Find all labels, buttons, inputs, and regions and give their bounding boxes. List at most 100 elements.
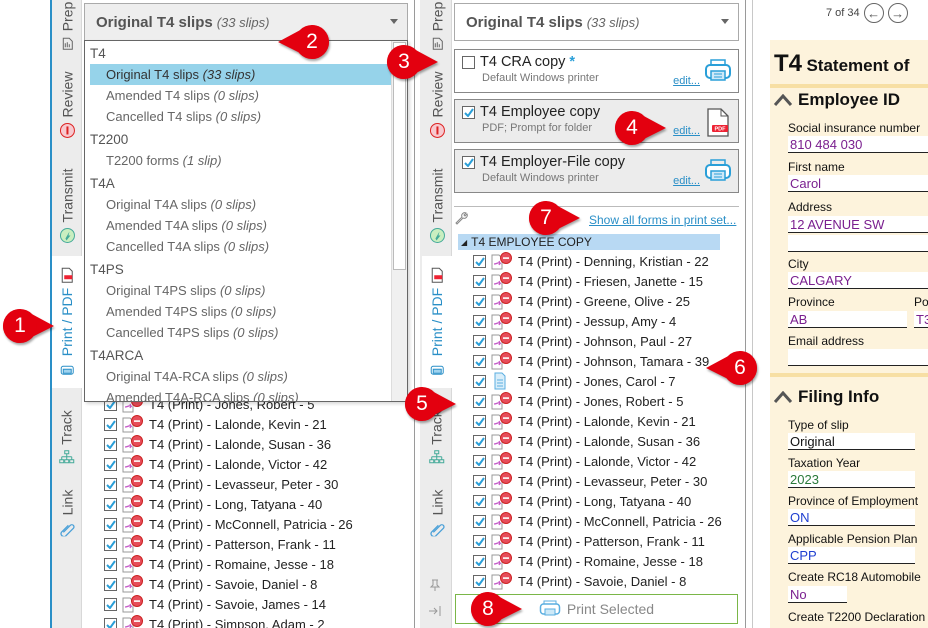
dropdown-option[interactable]: Amended T4PS slips (0 slips) — [90, 301, 391, 322]
print-set-0[interactable]: T4 CRA copy * Default Windows printer ed… — [454, 49, 739, 93]
province-field[interactable]: AB — [788, 311, 907, 328]
pin-icon[interactable] — [428, 578, 442, 597]
dropdown-option[interactable]: Amended T4 slips (0 slips) — [90, 85, 391, 106]
tab-prep[interactable]: Prep — [52, 0, 82, 52]
list-item[interactable]: T4 (Print) - Jessup, Amy - 4 — [473, 311, 676, 331]
tab-track[interactable]: Track — [52, 398, 82, 478]
item-checkbox[interactable] — [104, 457, 117, 471]
dropdown-option[interactable]: Amended T4A-RCA slips (0 slips) — [90, 387, 391, 401]
list-item[interactable]: T4 (Print) - Jones, Carol - 7 — [473, 371, 676, 391]
sin-field[interactable]: 810 484 030 — [788, 136, 928, 153]
item-checkbox[interactable] — [473, 474, 486, 488]
tab-print-pdf[interactable]: Print / PDF — [422, 256, 452, 388]
list-item[interactable]: T4 (Print) - Simpson, Adam - 2 — [104, 614, 325, 628]
postal-code-field[interactable]: T3 — [914, 311, 928, 328]
item-checkbox[interactable] — [104, 577, 117, 591]
item-checkbox[interactable] — [104, 537, 117, 551]
list-item[interactable]: T4 (Print) - Levasseur, Peter - 30 — [473, 471, 707, 491]
list-item[interactable]: T4 (Print) - Lalonde, Victor - 42 — [104, 454, 327, 474]
slip-type-field[interactable]: Original — [788, 433, 915, 450]
slip-type-select-2[interactable]: Original T4 slips (33 slips) — [454, 3, 739, 41]
collapse-icon[interactable] — [428, 604, 442, 623]
item-checkbox[interactable] — [473, 494, 486, 508]
list-item[interactable]: T4 (Print) - Greene, Olive - 25 — [473, 291, 690, 311]
item-checkbox[interactable] — [473, 414, 486, 428]
tab-transmit[interactable]: Transmit — [422, 158, 452, 253]
print-set-checkbox[interactable] — [462, 55, 475, 69]
item-checkbox[interactable] — [473, 534, 486, 548]
list-item[interactable]: T4 (Print) - Johnson, Paul - 27 — [473, 331, 692, 351]
item-checkbox[interactable] — [473, 554, 486, 568]
list-item[interactable]: T4 (Print) - Lalonde, Kevin - 21 — [104, 414, 327, 434]
item-checkbox[interactable] — [104, 477, 117, 491]
dropdown-option[interactable]: Original T4 slips (33 slips) — [90, 64, 391, 85]
item-checkbox[interactable] — [104, 517, 117, 531]
tab-review[interactable]: Review — [52, 60, 82, 150]
tab-transmit[interactable]: Transmit — [52, 158, 82, 253]
list-item[interactable]: T4 (Print) - Lalonde, Victor - 42 — [473, 451, 696, 471]
print-set-checkbox[interactable] — [462, 105, 475, 119]
city-field[interactable]: CALGARY — [788, 272, 928, 289]
dropdown-option[interactable]: Original T4PS slips (0 slips) — [90, 280, 391, 301]
print-set-1[interactable]: T4 Employee copy PDF; Prompt for folder … — [454, 99, 739, 143]
item-checkbox[interactable] — [104, 417, 117, 431]
list-item[interactable]: T4 (Print) - Johnson, Tamara - 39 — [473, 351, 709, 371]
item-checkbox[interactable] — [473, 354, 486, 368]
item-checkbox[interactable] — [473, 254, 486, 268]
list-item[interactable]: T4 (Print) - Romaine, Jesse - 18 — [104, 554, 334, 574]
dropdown-scrollbar[interactable] — [391, 41, 407, 401]
list-item[interactable]: T4 (Print) - Savoie, Daniel - 8 — [104, 574, 317, 594]
list-item[interactable]: T4 (Print) - Lalonde, Susan - 36 — [473, 431, 700, 451]
list-item[interactable]: T4 (Print) - Long, Tatyana - 40 — [104, 494, 322, 514]
print-set-checkbox[interactable] — [462, 155, 475, 169]
list-item[interactable]: T4 (Print) - Levasseur, Peter - 30 — [104, 474, 338, 494]
item-checkbox[interactable] — [473, 294, 486, 308]
section-filing-info[interactable]: Filing Info — [774, 387, 879, 407]
dropdown-option[interactable]: Cancelled T4PS slips (0 slips) — [90, 322, 391, 343]
list-item[interactable]: T4 (Print) - Long, Tatyana - 40 — [473, 491, 691, 511]
item-checkbox[interactable] — [104, 437, 117, 451]
pension-plan-field[interactable]: CPP — [788, 547, 915, 564]
address-field[interactable]: 12 AVENUE SW — [788, 216, 928, 233]
list-item[interactable]: T4 (Print) - Lalonde, Susan - 36 — [104, 434, 331, 454]
rc18-field[interactable]: No — [788, 586, 847, 603]
province-employment-field[interactable]: ON — [788, 509, 915, 526]
section-employee-id[interactable]: Employee ID — [774, 90, 900, 110]
dropdown-option[interactable]: Original T4A slips (0 slips) — [90, 194, 391, 215]
item-checkbox[interactable] — [104, 617, 117, 628]
tax-year-field[interactable]: 2023 — [788, 471, 915, 488]
list-item[interactable]: T4 (Print) - Jones, Robert - 5 — [473, 391, 683, 411]
list-item[interactable]: T4 (Print) - Romaine, Jesse - 18 — [473, 551, 703, 571]
dropdown-option[interactable]: Cancelled T4A slips (0 slips) — [90, 236, 391, 257]
item-checkbox[interactable] — [473, 514, 486, 528]
edit-print-set-link[interactable]: edit... — [673, 175, 700, 187]
list-item[interactable]: T4 (Print) - McConnell, Patricia - 26 — [104, 514, 353, 534]
email-field[interactable] — [788, 349, 928, 366]
dropdown-option[interactable]: T2200 forms (1 slip) — [90, 150, 391, 171]
first-name-field[interactable]: Carol — [788, 175, 928, 192]
list-item[interactable]: T4 (Print) - Denning, Kristian - 22 — [473, 251, 709, 271]
list-item[interactable]: T4 (Print) - Friesen, Janette - 15 — [473, 271, 703, 291]
item-checkbox[interactable] — [473, 374, 486, 388]
list-item[interactable]: T4 (Print) - Patterson, Frank - 11 — [104, 534, 336, 554]
print-set-2[interactable]: T4 Employer-File copy Default Windows pr… — [454, 149, 739, 193]
item-checkbox[interactable] — [473, 434, 486, 448]
dropdown-option[interactable]: Cancelled T4 slips (0 slips) — [90, 106, 391, 127]
edit-print-set-link[interactable]: edit... — [673, 75, 700, 87]
item-checkbox[interactable] — [473, 274, 486, 288]
item-checkbox[interactable] — [473, 314, 486, 328]
tab-link[interactable]: Link — [422, 478, 452, 548]
item-checkbox[interactable] — [104, 597, 117, 611]
item-checkbox[interactable] — [473, 574, 486, 588]
list-item[interactable]: T4 (Print) - McConnell, Patricia - 26 — [473, 511, 722, 531]
prev-form-button[interactable]: ← — [863, 3, 884, 23]
tab-link[interactable]: Link — [52, 478, 82, 548]
item-checkbox[interactable] — [104, 557, 117, 571]
item-checkbox[interactable] — [473, 454, 486, 468]
item-checkbox[interactable] — [473, 334, 486, 348]
next-form-button[interactable]: → — [887, 3, 908, 23]
list-item[interactable]: T4 (Print) - Savoie, James - 14 — [104, 594, 326, 614]
slip-type-select[interactable]: Original T4 slips (33 slips) — [84, 3, 408, 41]
expand-triangle-icon[interactable]: ◢ — [461, 238, 467, 247]
list-item[interactable]: T4 (Print) - Savoie, Daniel - 8 — [473, 571, 686, 591]
